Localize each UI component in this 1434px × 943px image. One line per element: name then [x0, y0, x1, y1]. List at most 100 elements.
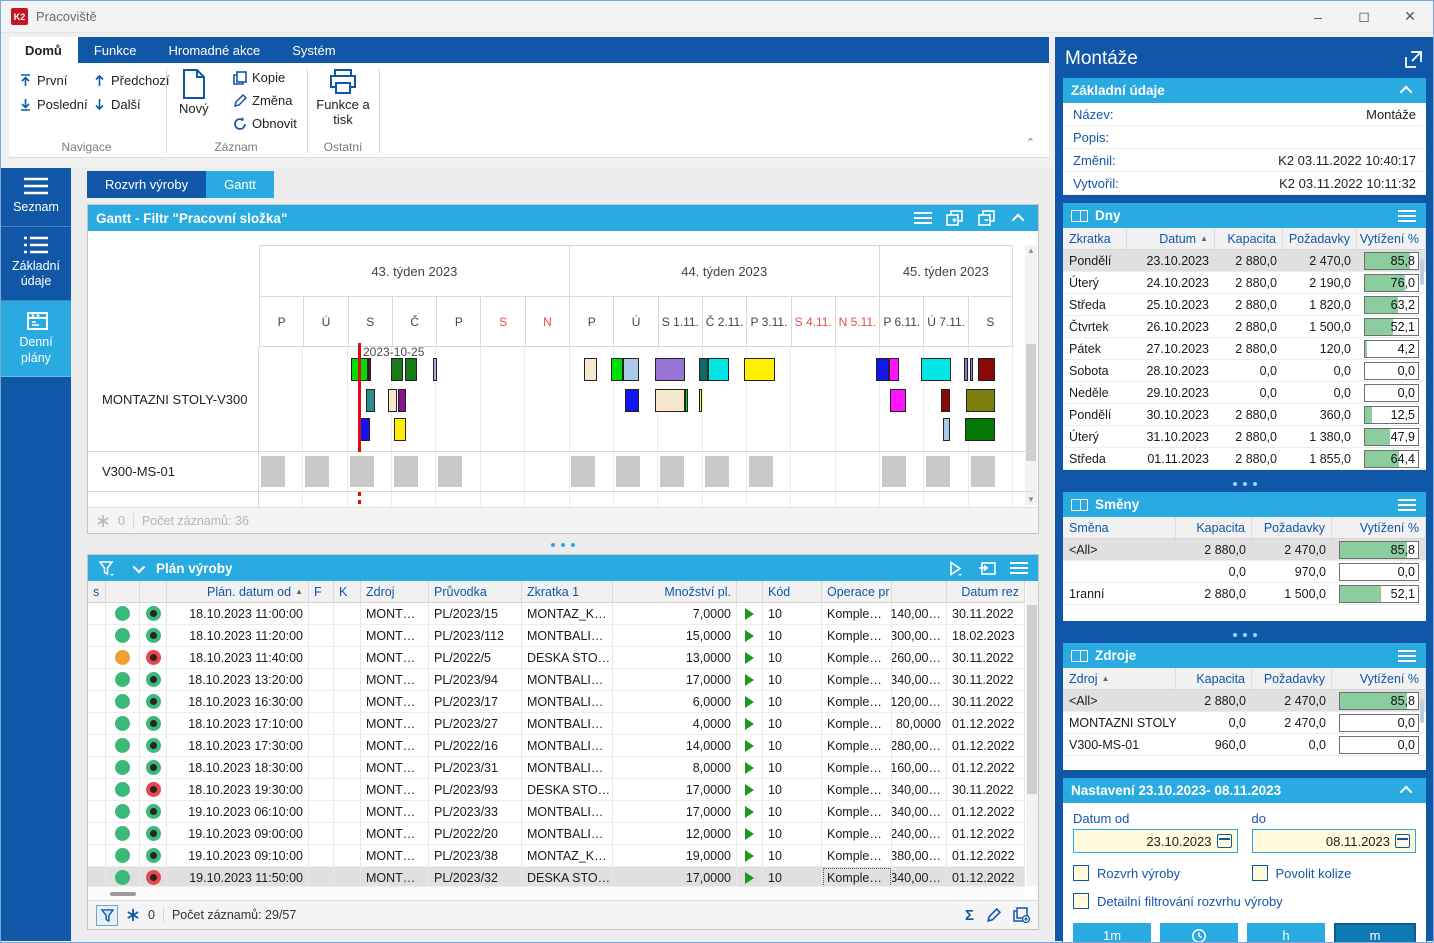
- run-icon[interactable]: [944, 558, 966, 578]
- col-status2[interactable]: [140, 581, 167, 602]
- gantt-bar[interactable]: [394, 418, 406, 441]
- change-button[interactable]: Změna: [229, 91, 296, 110]
- table-row[interactable]: 1ranní 2 880,0 1 500,0 52,1: [1063, 583, 1426, 605]
- col-1[interactable]: Kapacita: [1176, 668, 1252, 689]
- gantt-capacity-bar[interactable]: [926, 456, 951, 487]
- gantt-bar[interactable]: [890, 389, 906, 412]
- ribbon-tab-systém[interactable]: Systém: [276, 37, 351, 63]
- copy-button[interactable]: Kopie: [229, 68, 289, 87]
- table-row[interactable]: 19.10.2023 09:10:00 MONT… PL/2023/38 MONTAZ…: [88, 845, 1025, 867]
- gantt-bar[interactable]: [876, 358, 889, 381]
- expand-all-icon[interactable]: [944, 208, 966, 228]
- sum-icon[interactable]: Σ: [965, 907, 974, 924]
- last-button[interactable]: Poslední: [15, 95, 92, 114]
- datum-do-input[interactable]: 08.11.2023: [1251, 829, 1416, 853]
- hscroll-thumb[interactable]: [110, 892, 136, 896]
- detailni-filtrovani-checkbox[interactable]: [1073, 893, 1089, 909]
- collapse-all-icon[interactable]: [976, 208, 998, 228]
- table-row[interactable]: Sobota 28.10.2023 0,0 0,0 0,0: [1063, 360, 1426, 382]
- table-row[interactable]: 18.10.2023 19:30:00 MONT… PL/2023/93 DESKA …: [88, 779, 1025, 801]
- col-3[interactable]: Vytížení %: [1332, 668, 1426, 689]
- sidebar-item-seznam[interactable]: Seznam: [1, 168, 71, 227]
- col-f[interactable]: F: [309, 581, 334, 602]
- table-row[interactable]: 0,0 970,0 0,0: [1063, 561, 1426, 583]
- table-row[interactable]: 19.10.2023 11:50:00 MONT… PL/2023/32 DESKA …: [88, 867, 1025, 886]
- ribbon-collapse-chevron[interactable]: ⌃: [1026, 136, 1035, 149]
- gantt-capacity-bar[interactable]: [704, 456, 729, 487]
- table-row[interactable]: Úterý 31.10.2023 2 880,0 1 380,0 47,9: [1063, 426, 1426, 448]
- button-clock[interactable]: [1160, 923, 1238, 942]
- col-k[interactable]: K: [334, 581, 361, 602]
- table-row[interactable]: 19.10.2023 06:10:00 MONT… PL/2023/33 MONTBA…: [88, 801, 1025, 823]
- field-row[interactable]: Popis:: [1063, 126, 1426, 149]
- zakladni-header[interactable]: Základní údaje: [1063, 78, 1426, 103]
- plan-menu-icon[interactable]: [1008, 558, 1030, 578]
- gantt-capacity-bar[interactable]: [305, 456, 330, 487]
- table-row[interactable]: Středa 01.11.2023 2 880,0 1 855,0 64,4: [1063, 448, 1426, 470]
- dny-menu-icon[interactable]: [1396, 206, 1418, 226]
- calendar-icon[interactable]: [1216, 834, 1232, 848]
- functions-print-button[interactable]: Funkce a tisk: [314, 69, 372, 127]
- gantt-collapse-chevron[interactable]: [1008, 208, 1030, 228]
- maximize-button[interactable]: ◻: [1341, 1, 1387, 32]
- gantt-bar[interactable]: [941, 389, 950, 412]
- scroll-up-icon[interactable]: ▲: [1025, 246, 1037, 255]
- col-play[interactable]: [737, 581, 763, 602]
- povolit-kolize-checkbox[interactable]: [1251, 865, 1268, 881]
- gantt-bar[interactable]: [699, 358, 708, 381]
- gantt-bar[interactable]: [708, 358, 729, 381]
- gantt-bar[interactable]: [366, 389, 375, 412]
- minimize-button[interactable]: –: [1295, 1, 1341, 32]
- gantt-bar[interactable]: [943, 418, 950, 441]
- nastaveni-header[interactable]: Nastavení 23.10.2023- 08.11.2023: [1063, 778, 1426, 803]
- table-row[interactable]: <All> 2 880,0 2 470,0 85,8: [1063, 539, 1426, 561]
- sidebar-item-z-kladn-daje[interactable]: Základní údaje: [1, 227, 71, 301]
- col-operace[interactable]: Operace pr: [822, 581, 892, 602]
- gantt-bar[interactable]: [699, 389, 702, 412]
- gantt-capacity-bar[interactable]: [571, 456, 596, 487]
- table-row[interactable]: 18.10.2023 11:20:00 MONT… PL/2023/112 MONTB…: [88, 625, 1025, 647]
- table-row[interactable]: Pátek 27.10.2023 2 880,0 120,0 4,2: [1063, 338, 1426, 360]
- gantt-bar[interactable]: [655, 389, 685, 412]
- table-row[interactable]: Pondělí 30.10.2023 2 880,0 360,0 12,5: [1063, 404, 1426, 426]
- next-button[interactable]: Další: [89, 95, 145, 114]
- gantt-bar[interactable]: [398, 389, 406, 412]
- panel-splitter[interactable]: [87, 540, 1039, 550]
- dny-scroll-thumb[interactable]: [1420, 259, 1424, 285]
- zdroje-scroll-thumb[interactable]: [1420, 699, 1424, 723]
- col-datum-rez[interactable]: Datum rez: [947, 581, 1025, 602]
- gantt-capacity-bar[interactable]: [394, 456, 419, 487]
- col-3[interactable]: Vytížení %: [1332, 517, 1426, 538]
- col-zkratka[interactable]: Zkratka 1: [522, 581, 613, 602]
- col-2[interactable]: Požadavky: [1252, 517, 1332, 538]
- zdroje-header[interactable]: Zdroje: [1063, 643, 1426, 668]
- gantt-capacity-bar[interactable]: [970, 456, 995, 487]
- table-row[interactable]: 18.10.2023 18:30:00 MONT… PL/2023/31 MONTBA…: [88, 757, 1025, 779]
- table-row[interactable]: 18.10.2023 16:30:00 MONT… PL/2023/17 MONTBA…: [88, 691, 1025, 713]
- plan-vertical-scrollbar[interactable]: [1026, 581, 1038, 886]
- gantt-row-label[interactable]: MONTAZNI STOLY-V300: [88, 347, 259, 451]
- new-button[interactable]: Nový: [179, 69, 209, 116]
- tab-gantt[interactable]: Gantt: [206, 171, 274, 198]
- col-kod[interactable]: Kód: [763, 581, 822, 602]
- gantt-bar[interactable]: [391, 358, 403, 381]
- gantt-bar[interactable]: [368, 358, 371, 381]
- section-splitter[interactable]: [1062, 628, 1427, 642]
- gantt-capacity-bar[interactable]: [660, 456, 685, 487]
- gantt-bar[interactable]: [889, 358, 899, 381]
- gantt-bar[interactable]: [611, 358, 623, 381]
- col-datum-od[interactable]: Plán. datum od ▲: [167, 581, 309, 602]
- rozvrh-vyroby-checkbox[interactable]: [1073, 865, 1089, 881]
- gantt-bar[interactable]: [655, 358, 685, 381]
- section-splitter[interactable]: [1062, 477, 1427, 491]
- table-row[interactable]: <All> 2 880,0 2 470,0 85,8: [1063, 690, 1426, 712]
- ribbon-tab-funkce[interactable]: Funkce: [78, 37, 153, 63]
- col-0[interactable]: Směna: [1063, 517, 1176, 538]
- gantt-bar[interactable]: [964, 358, 968, 381]
- col-pruvodka[interactable]: Průvodka: [429, 581, 522, 602]
- close-button[interactable]: ✕: [1387, 1, 1433, 32]
- plan-scroll-thumb[interactable]: [1027, 605, 1037, 795]
- button-m[interactable]: m: [1334, 923, 1416, 942]
- col-2[interactable]: Požadavky: [1252, 668, 1332, 689]
- snowflake-icon[interactable]: [96, 514, 110, 528]
